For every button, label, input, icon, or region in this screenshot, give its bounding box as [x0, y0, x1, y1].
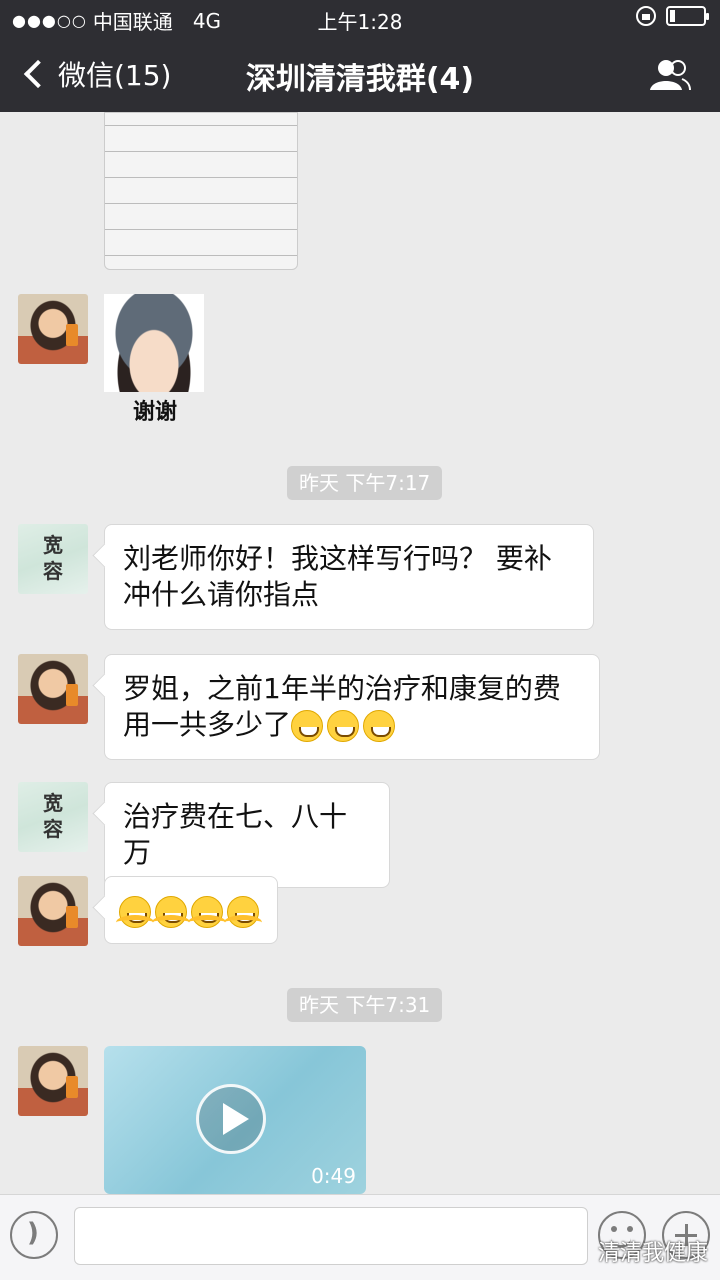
video-message[interactable]: 0:49 — [104, 1046, 366, 1194]
timestamp: 昨天 下午7:17 — [287, 466, 443, 500]
grin-icon — [363, 710, 396, 742]
nav-bar: 微信(15) 深圳清清我群(4) — [0, 36, 720, 112]
hug-icon — [152, 896, 190, 928]
phone-icon — [66, 1076, 78, 1098]
avatar[interactable]: 宽 容 — [18, 524, 88, 594]
timestamp: 昨天 下午7:31 — [287, 988, 443, 1022]
message-bubble[interactable]: 刘老师你好！我这样写行吗？ 要补冲什么请你指点 — [104, 524, 594, 630]
avatar[interactable]: 宽 容 — [18, 782, 88, 852]
hug-icon — [188, 896, 226, 928]
sticker-message[interactable]: 谢谢 — [104, 294, 206, 428]
chat-history[interactable]: 谢谢 昨天 下午7:17 宽 容 刘老师你好！我这样写行吗？ 要补冲什么请你指点… — [0, 112, 720, 1194]
grin-icon — [327, 710, 360, 742]
avatar-text: 容 — [43, 817, 63, 841]
video-duration: 0:49 — [311, 1164, 356, 1188]
child-sticker-image — [104, 294, 204, 392]
message-text: 治疗费在七、八十万 — [123, 800, 348, 869]
message-input[interactable] — [74, 1207, 588, 1265]
status-icons — [636, 6, 709, 26]
message-bubble[interactable] — [104, 876, 278, 944]
status-bar: ●●●○○ 中国联通 4G 上午1:28 — [0, 0, 720, 36]
rotation-lock-icon — [636, 6, 656, 26]
phone-icon — [66, 906, 78, 928]
avatar[interactable] — [18, 876, 88, 946]
people-icon[interactable] — [648, 58, 692, 92]
hug-icon — [224, 896, 262, 928]
avatar[interactable] — [18, 654, 88, 724]
voice-icon[interactable] — [10, 1211, 58, 1259]
phone-icon — [66, 684, 78, 706]
play-icon[interactable] — [196, 1084, 266, 1154]
battery-icon — [666, 6, 709, 26]
avatar-text: 容 — [43, 559, 63, 583]
phone-icon — [66, 324, 78, 346]
grin-icon — [291, 710, 324, 742]
hug-icon — [116, 896, 154, 928]
avatar[interactable] — [18, 294, 88, 364]
message-bubble[interactable]: 罗姐，之前1年半的治疗和康复的费用一共多少了 — [104, 654, 600, 760]
clock: 上午1:28 — [317, 10, 403, 34]
avatar[interactable] — [18, 1046, 88, 1116]
message-text: 刘老师你好！我这样写行吗？ 要补冲什么请你指点 — [123, 542, 552, 611]
battery-level — [670, 10, 675, 22]
handwritten-note-image[interactable] — [104, 112, 298, 270]
avatar-text: 宽 — [43, 533, 63, 557]
message-bubble[interactable]: 治疗费在七、八十万 — [104, 782, 390, 888]
avatar-text: 宽 — [43, 791, 63, 815]
watermark: 清清我健康 — [597, 1241, 708, 1266]
chat-title: 深圳清清我群(4) — [245, 62, 475, 97]
sticker-caption: 谢谢 — [132, 400, 177, 425]
